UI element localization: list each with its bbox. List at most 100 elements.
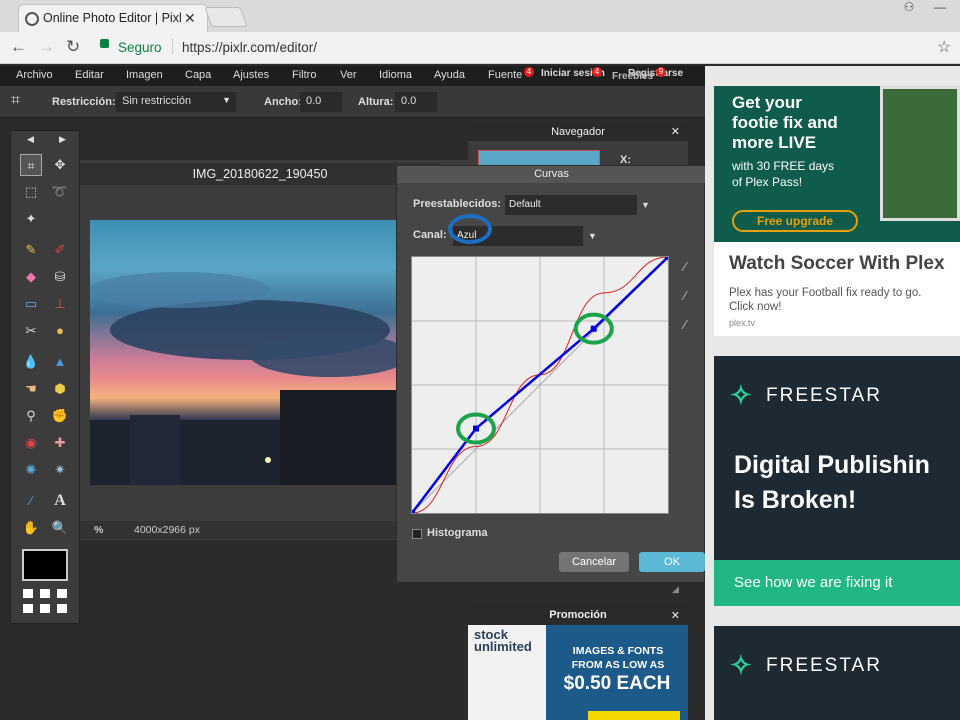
color-replace-icon[interactable]: ✂	[20, 320, 42, 342]
menu-filtro[interactable]: Filtro	[292, 69, 316, 81]
freestar-logo-icon: ✧	[730, 380, 752, 410]
back-icon[interactable]: ←	[10, 37, 27, 57]
photo-canvas[interactable]	[90, 220, 397, 485]
white-point-eyedropper-icon[interactable]: ⁄	[684, 317, 686, 332]
plex-ad-domain: plex.tv	[729, 318, 756, 328]
chevron-down-icon[interactable]: ▼	[641, 200, 650, 210]
plex-headline-1: Get your	[732, 93, 802, 112]
height-label: Altura:	[358, 96, 394, 108]
secure-label: Seguro	[118, 40, 162, 55]
sharpen-tool-icon[interactable]: ▲	[49, 351, 71, 373]
menu-editar[interactable]: Editar	[75, 69, 104, 81]
plex-ad-body-1: Plex has your Football fix ready to go.	[729, 287, 922, 299]
menu-fuente[interactable]: Fuente	[488, 69, 522, 81]
spot-heal-icon[interactable]: ✚	[49, 432, 71, 454]
magic-wand-icon[interactable]: ✦	[20, 208, 42, 230]
plex-headline-3: more LIVE	[732, 133, 817, 152]
width-label: Ancho:	[264, 96, 302, 108]
menu-bar: Archivo Editar Imagen Capa Ajustes Filtr…	[0, 66, 705, 86]
ok-button[interactable]: OK	[639, 552, 705, 572]
hand-tool-icon[interactable]: ✋	[20, 517, 42, 539]
freestar-headline-1: Digital Publishin	[734, 451, 930, 479]
menu-ayuda[interactable]: Ayuda	[434, 69, 465, 81]
brush-tool-icon[interactable]: ✐	[49, 239, 71, 261]
sponge-tool-icon[interactable]: ⬢	[49, 378, 71, 400]
pinch-tool-icon[interactable]: ✷	[49, 459, 71, 481]
freestar-ad[interactable]: ✧ FREESTAR Digital Publishin Is Broken! …	[714, 356, 960, 606]
freestar-cta[interactable]: See how we are fixing it	[714, 560, 960, 606]
navigator-close-icon[interactable]: ✕	[671, 125, 680, 138]
resize-grip-icon[interactable]: ◢	[672, 584, 679, 595]
menu-archivo[interactable]: Archivo	[16, 69, 53, 81]
drawing-tool-icon[interactable]: ●	[49, 320, 71, 342]
curves-graph[interactable]	[409, 254, 671, 516]
paint-bucket-icon[interactable]: ⛁	[49, 266, 71, 288]
menu-ajustes[interactable]: Ajustes	[233, 69, 269, 81]
height-field[interactable]: 0.0	[395, 92, 437, 112]
red-eye-tool-icon[interactable]: ◉	[20, 432, 42, 454]
bloat-tool-icon[interactable]: ✺	[20, 459, 42, 481]
notification-badge: 9	[656, 67, 666, 77]
curve-control-point	[409, 510, 415, 516]
presets-label: Preestablecidos:	[413, 198, 502, 210]
pencil-tool-icon[interactable]: ✎	[20, 239, 42, 261]
clone-stamp-icon[interactable]: ⊥	[49, 293, 71, 315]
presets-select[interactable]: Default	[505, 195, 637, 215]
plex-ad-title: Watch Soccer With Plex	[729, 253, 945, 274]
marquee-tool-icon[interactable]: ⬚	[20, 181, 42, 203]
tab-close-icon[interactable]: ✕	[184, 10, 196, 27]
menu-capa[interactable]: Capa	[185, 69, 211, 81]
notification-badge: 4	[524, 67, 534, 77]
soccer-photo	[880, 86, 960, 221]
zoom-tool-icon[interactable]: 🔍	[49, 517, 71, 539]
plex-ad-banner: Get your footie fix and more LIVE with 3…	[714, 86, 960, 242]
toolbox-right-arrow-icon[interactable]: ▶	[59, 134, 66, 145]
gray-point-eyedropper-icon[interactable]: ⁄	[684, 288, 686, 303]
toolbox-left-arrow-icon[interactable]: ◀	[27, 134, 34, 145]
restriction-select[interactable]: Sin restricción ▼	[116, 92, 236, 112]
tab-title: Online Photo Editor | Pixlr	[43, 11, 181, 25]
promo-banner[interactable]: stock unlimited IMAGES & FONTS FROM AS L…	[468, 625, 688, 720]
curve-control-point	[473, 425, 479, 432]
blur-tool-icon[interactable]: 💧	[20, 351, 42, 373]
curve-control-point	[590, 325, 597, 332]
chevron-down-icon[interactable]: ▼	[588, 231, 597, 241]
histogram-checkbox[interactable]	[412, 529, 422, 539]
menu-ver[interactable]: Ver	[340, 69, 357, 81]
width-field[interactable]: 0.0	[300, 92, 342, 112]
black-point-eyedropper-icon[interactable]: ⁄	[684, 259, 686, 274]
dodge-tool-icon[interactable]: ⚲	[20, 405, 42, 427]
document-title: IMG_20180622_190450	[80, 163, 440, 185]
menu-imagen[interactable]: Imagen	[126, 69, 163, 81]
grid-view-icon[interactable]	[23, 589, 69, 615]
type-tool-icon[interactable]: A	[49, 490, 71, 512]
color-swatch[interactable]	[22, 549, 68, 581]
new-tab-button[interactable]	[204, 7, 248, 27]
promo-close-icon[interactable]: ✕	[671, 609, 680, 622]
lasso-tool-icon[interactable]: ➰	[49, 181, 71, 203]
crop-tool-icon[interactable]: ⌗	[20, 154, 42, 176]
eraser-tool-icon[interactable]: ◆	[20, 266, 42, 288]
burn-tool-icon[interactable]: ✊	[49, 405, 71, 427]
reload-icon[interactable]: ↻	[66, 37, 80, 57]
channel-highlight-circle	[448, 214, 492, 244]
forward-icon[interactable]: →	[38, 37, 55, 57]
pixlr-favicon-icon	[25, 12, 39, 26]
document-status-bar: % 4000x2966 px	[80, 521, 400, 539]
free-upgrade-button[interactable]: Free upgrade	[732, 210, 858, 232]
user-icon[interactable]: ⚇	[897, 0, 921, 18]
minimize-icon[interactable]: —	[928, 0, 952, 18]
browser-tab[interactable]: Online Photo Editor | Pixlr ✕	[18, 4, 208, 32]
freestar-ad-2[interactable]: ✧ FREESTAR	[714, 626, 960, 720]
smudge-tool-icon[interactable]: ☚	[20, 378, 42, 400]
promo-title: Promoción	[468, 605, 688, 625]
gradient-tool-icon[interactable]: ▭	[20, 293, 42, 315]
color-picker-icon[interactable]: ⁄	[20, 490, 42, 512]
cancel-button[interactable]: Cancelar	[559, 552, 629, 572]
url-field[interactable]: Seguro https://pixlr.com/editor/	[92, 35, 960, 59]
bookmark-star-icon[interactable]: ☆	[937, 37, 951, 57]
plex-sub-2: of Plex Pass!	[732, 175, 803, 189]
move-tool-icon[interactable]: ✥	[49, 154, 71, 176]
menu-idioma[interactable]: Idioma	[379, 69, 412, 81]
freebies-link[interactable]: Freebies	[612, 71, 653, 82]
